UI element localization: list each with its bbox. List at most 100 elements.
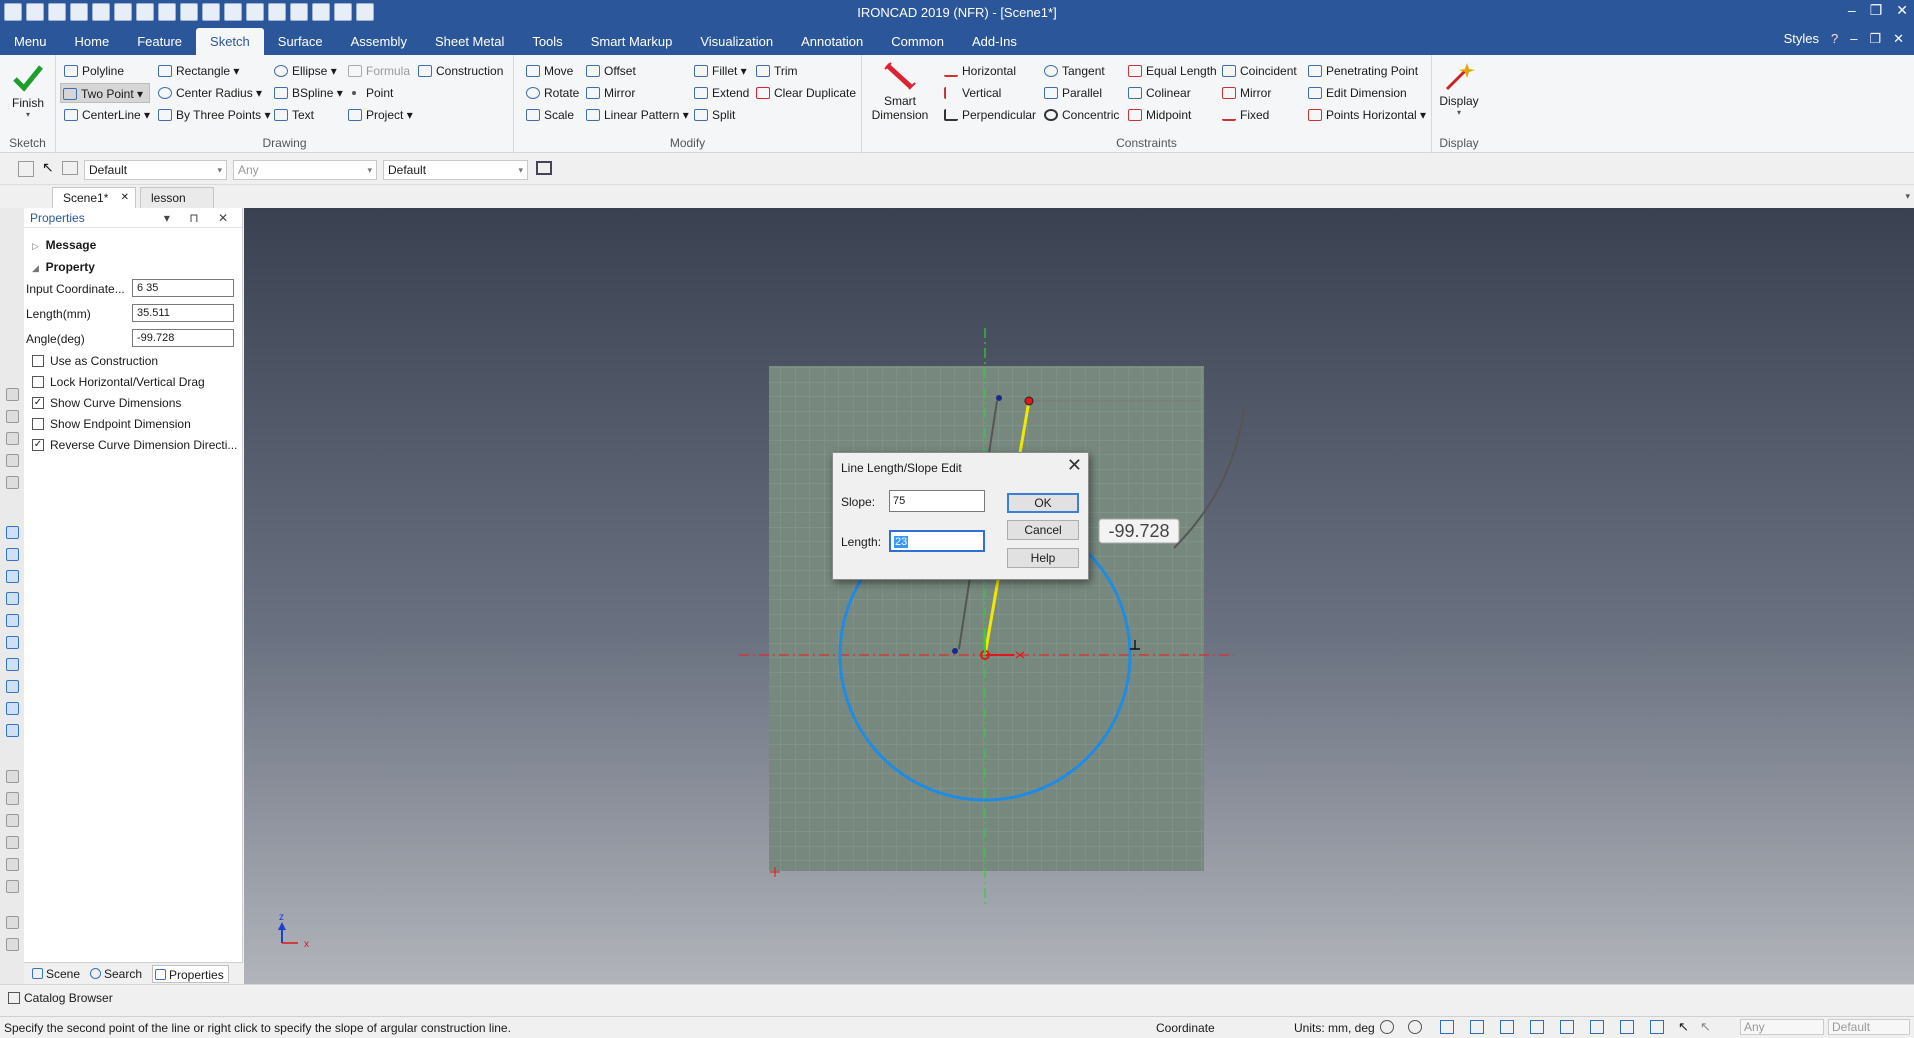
- styles-menu[interactable]: Styles: [1784, 31, 1819, 47]
- point-marker[interactable]: [996, 395, 1002, 401]
- fixed-constraint-button[interactable]: Fixed: [1220, 105, 1269, 125]
- shape-cube-icon-1[interactable]: [6, 526, 19, 539]
- smart-dimension-button[interactable]: Smart Dimension: [868, 61, 932, 122]
- tool-icon-4[interactable]: [6, 454, 19, 467]
- filter-icon[interactable]: [18, 161, 34, 177]
- layer-select[interactable]: Default ▾: [383, 160, 528, 180]
- tab-tools[interactable]: Tools: [518, 25, 576, 55]
- tab-sketch[interactable]: Sketch: [196, 28, 264, 55]
- split-button[interactable]: Split: [692, 105, 735, 125]
- mirror-constraint-button[interactable]: Mirror: [1220, 83, 1271, 103]
- style-select[interactable]: Default ▾: [84, 160, 227, 180]
- show-endpoint-dimension-checkbox[interactable]: Show Endpoint Dimension: [32, 417, 191, 433]
- trim-button[interactable]: Trim: [754, 61, 798, 81]
- tool-icon-6[interactable]: [6, 770, 19, 783]
- linear-pattern-button[interactable]: Linear Pattern ▾: [584, 105, 689, 125]
- status-style-select[interactable]: Default: [1828, 1019, 1910, 1035]
- finish-button[interactable]: Finish ▾: [8, 63, 48, 119]
- fillet-button[interactable]: Fillet ▾: [692, 61, 747, 81]
- doc-tab-scene1[interactable]: Scene1* ✕: [52, 187, 136, 208]
- tool-icon-9[interactable]: [6, 836, 19, 849]
- polyline-button[interactable]: Polyline: [62, 61, 124, 81]
- tool-icon-13[interactable]: [6, 938, 19, 951]
- tool-icon-8[interactable]: [6, 814, 19, 827]
- restore-button[interactable]: ❐: [1870, 2, 1883, 19]
- midpoint-constraint-button[interactable]: Midpoint: [1126, 105, 1191, 125]
- shape-cube-icon-3[interactable]: [6, 570, 19, 583]
- tab-surface[interactable]: Surface: [264, 25, 337, 55]
- by-three-points-button[interactable]: By Three Points ▾: [156, 105, 271, 125]
- input-coordinate-field[interactable]: 6 35: [132, 279, 234, 297]
- tab-sheet-metal[interactable]: Sheet Metal: [421, 25, 518, 55]
- show-curve-dimensions-checkbox[interactable]: ✓ Show Curve Dimensions: [32, 396, 181, 412]
- tool-icon-11[interactable]: [6, 880, 19, 893]
- pane-controls[interactable]: ▾ ⊓ ✕: [164, 208, 236, 228]
- shape-cube-icon-7[interactable]: [6, 658, 19, 671]
- select-mode-icon[interactable]: [62, 161, 78, 175]
- construction-button[interactable]: Construction: [416, 61, 503, 81]
- centerline-button[interactable]: CenterLine ▾: [62, 105, 150, 125]
- doc-tab-lesson11[interactable]: lesson 11*: [140, 187, 214, 225]
- tab-properties[interactable]: Properties: [152, 965, 229, 983]
- two-point-button[interactable]: Two Point ▾: [60, 83, 150, 103]
- pointer-status-icon[interactable]: ↖: [1678, 1019, 1689, 1035]
- display-button[interactable]: Display ▾: [1436, 61, 1482, 117]
- shape-cube-icon-6[interactable]: [6, 636, 19, 649]
- lock-drag-checkbox[interactable]: Lock Horizontal/Vertical Drag: [32, 375, 205, 391]
- status-filter-select[interactable]: Any: [1740, 1019, 1824, 1035]
- shape-cube-icon-9[interactable]: [6, 702, 19, 715]
- tab-visualization[interactable]: Visualization: [686, 25, 787, 55]
- mirror-modify-button[interactable]: Mirror: [584, 83, 635, 103]
- camera-icon[interactable]: [1590, 1020, 1604, 1034]
- project-button[interactable]: Project ▾: [346, 105, 413, 125]
- penetrating-point-button[interactable]: Penetrating Point: [1306, 61, 1418, 81]
- ribbon-close-button[interactable]: ✕: [1893, 31, 1904, 47]
- tool-icon-5[interactable]: [6, 476, 19, 489]
- tool-icon-3[interactable]: [6, 432, 19, 445]
- ribbon-minimize-button[interactable]: –: [1850, 31, 1857, 47]
- bspline-button[interactable]: BSpline ▾: [272, 83, 343, 103]
- edit-dimension-button[interactable]: Edit Dimension: [1306, 83, 1407, 103]
- dialog-close-icon[interactable]: ✕: [1067, 455, 1082, 476]
- property-section[interactable]: ◢ Property: [32, 260, 95, 274]
- tab-smart-markup[interactable]: Smart Markup: [577, 25, 687, 55]
- parallel-constraint-button[interactable]: Parallel: [1042, 83, 1102, 103]
- message-section[interactable]: ▷ Message: [32, 238, 96, 252]
- ribbon-restore-button[interactable]: ❐: [1869, 31, 1881, 47]
- tool-icon-10[interactable]: [6, 858, 19, 871]
- light-icon[interactable]: [1620, 1020, 1634, 1034]
- tab-overflow-icon[interactable]: ▾: [1905, 191, 1910, 202]
- horizontal-constraint-button[interactable]: Horizontal: [942, 61, 1016, 81]
- close-button[interactable]: ✕: [1896, 2, 1908, 19]
- point-button[interactable]: Point: [346, 83, 393, 103]
- shape-cube-icon-2[interactable]: [6, 548, 19, 561]
- tab-common[interactable]: Common: [877, 25, 958, 55]
- equal-length-constraint-button[interactable]: Equal Length: [1126, 61, 1217, 81]
- tangent-constraint-button[interactable]: Tangent: [1042, 61, 1105, 81]
- length-input[interactable]: 23: [889, 530, 985, 552]
- angle-field[interactable]: -99.728: [132, 329, 234, 347]
- sketch-canvas[interactable]: -99.728 z x: [244, 208, 1914, 984]
- view-cube-icon[interactable]: [1440, 1020, 1454, 1034]
- clear-duplicate-button[interactable]: Clear Duplicate: [754, 83, 856, 103]
- tool-icon-1[interactable]: [6, 388, 19, 401]
- move-button[interactable]: Move: [524, 61, 573, 81]
- tab-search[interactable]: Search: [88, 965, 142, 983]
- catalog-browser-tab[interactable]: Catalog Browser: [24, 991, 113, 1005]
- render-mode-icon[interactable]: [1500, 1020, 1514, 1034]
- concentric-constraint-button[interactable]: Concentric: [1042, 105, 1119, 125]
- shape-cube-icon-5[interactable]: [6, 614, 19, 627]
- use-as-construction-checkbox[interactable]: Use as Construction: [32, 354, 158, 370]
- vertical-constraint-button[interactable]: Vertical: [942, 83, 1001, 103]
- tab-annotation[interactable]: Annotation: [787, 25, 877, 55]
- cancel-button[interactable]: Cancel: [1007, 520, 1079, 540]
- shape-cube-icon-8[interactable]: [6, 680, 19, 693]
- shape-cube-icon-10[interactable]: [6, 724, 19, 737]
- coincident-constraint-button[interactable]: Coincident: [1220, 61, 1297, 81]
- zoom-icon[interactable]: [1380, 1020, 1394, 1034]
- extend-button[interactable]: Extend: [692, 83, 749, 103]
- length-field[interactable]: 35.511: [132, 304, 234, 322]
- reverse-curve-dimension-checkbox[interactable]: ✓ Reverse Curve Dimension Directi...: [32, 438, 237, 454]
- points-horizontal-button[interactable]: Points Horizontal ▾: [1306, 105, 1426, 125]
- shading-icon[interactable]: [1530, 1020, 1544, 1034]
